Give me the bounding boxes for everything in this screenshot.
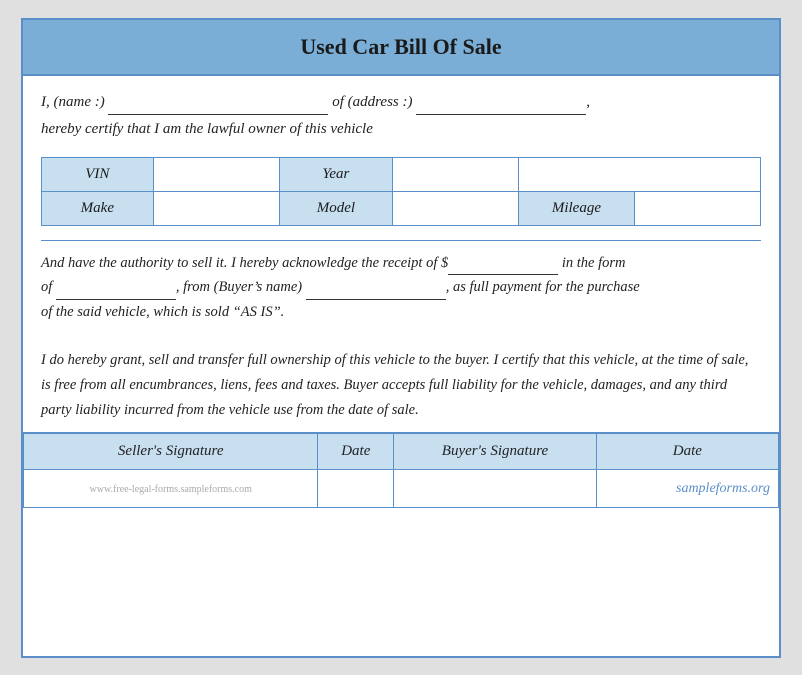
title-bar: Used Car Bill Of Sale <box>23 20 779 76</box>
date2-value[interactable]: sampleforms.org <box>596 470 778 508</box>
model-label: Model <box>279 191 392 225</box>
make-value[interactable] <box>153 191 279 225</box>
year-value[interactable] <box>392 157 518 191</box>
year-label: Year <box>279 157 392 191</box>
buyer-signature-value[interactable] <box>394 470 597 508</box>
intro-name-prefix: I, (name :) <box>41 94 105 110</box>
address-field[interactable] <box>416 97 586 115</box>
intro-line-1: I, (name :) of (address :) , <box>41 90 761 116</box>
model-value[interactable] <box>392 191 518 225</box>
vehicle-info-table: VIN Year Make Model Mileage <box>41 157 761 226</box>
make-label: Make <box>42 191 154 225</box>
mileage-value[interactable] <box>634 191 760 225</box>
document-body: I, (name :) of (address :) , hereby cert… <box>23 76 779 433</box>
vehicle-row-2: Make Model Mileage <box>42 191 761 225</box>
name-field[interactable] <box>108 97 328 115</box>
date2-label: Date <box>596 434 778 470</box>
signature-values-row: www.free-legal-forms.sampleforms.com sam… <box>24 470 779 508</box>
buyer-name-field[interactable] <box>306 282 446 300</box>
document-title: Used Car Bill Of Sale <box>300 34 501 59</box>
vin-value[interactable] <box>153 157 279 191</box>
authority-text: And have the authority to sell it. I her… <box>41 251 761 325</box>
signature-table: Seller's Signature Date Buyer's Signatur… <box>23 433 779 508</box>
vehicle-row-1: VIN Year <box>42 157 761 191</box>
date1-label: Date <box>318 434 394 470</box>
signature-labels-row: Seller's Signature Date Buyer's Signatur… <box>24 434 779 470</box>
date1-value[interactable] <box>318 470 394 508</box>
authority-section: And have the authority to sell it. I her… <box>41 240 761 329</box>
intro-line-2: hereby certify that I am the lawful owne… <box>41 117 761 143</box>
form-of-payment-field[interactable] <box>56 282 176 300</box>
ownership-text: I do hereby grant, sell and transfer ful… <box>41 348 761 422</box>
seller-signature-value[interactable]: www.free-legal-forms.sampleforms.com <box>24 470 318 508</box>
intro-address-prefix: of (address :) <box>332 94 412 110</box>
ownership-section: I do hereby grant, sell and transfer ful… <box>41 338 761 432</box>
buyer-signature-label: Buyer's Signature <box>394 434 597 470</box>
amount-field[interactable] <box>448 257 558 275</box>
watermark-text: www.free-legal-forms.sampleforms.com <box>90 484 252 495</box>
intro-section: I, (name :) of (address :) , hereby cert… <box>41 90 761 143</box>
mileage-label: Mileage <box>519 191 635 225</box>
vin-label: VIN <box>42 157 154 191</box>
sampleforms-branding: sampleforms.org <box>676 481 770 496</box>
seller-signature-label: Seller's Signature <box>24 434 318 470</box>
document-container: Used Car Bill Of Sale I, (name :) of (ad… <box>21 18 781 658</box>
